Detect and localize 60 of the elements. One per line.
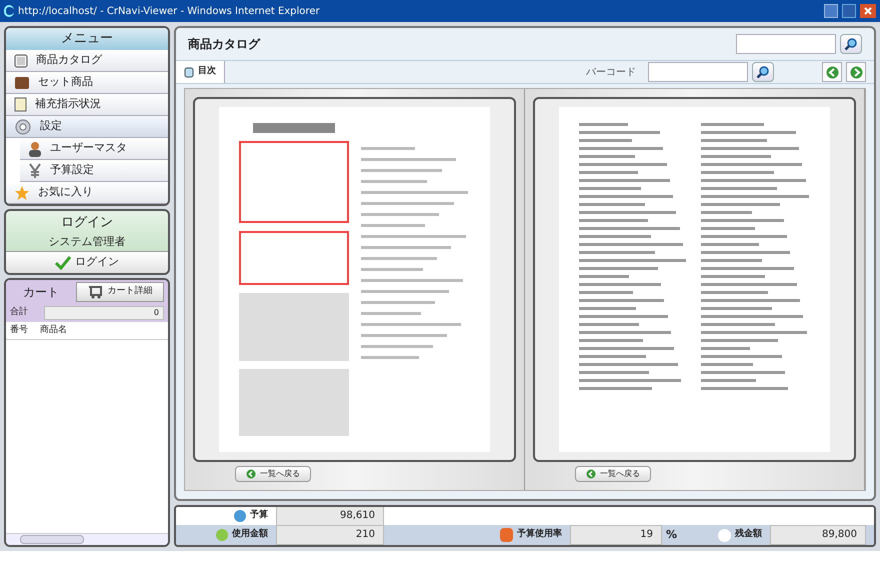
search-icon [844,37,858,51]
menu-item[interactable]: 設定 [6,116,168,138]
book-icon [14,54,28,68]
person-icon [28,140,42,156]
coin-icon [234,510,246,522]
menu-item[interactable]: 補充指示状況 [6,94,168,116]
browser-logo-icon [4,5,14,17]
close-button[interactable] [860,4,876,18]
search-button[interactable] [752,62,774,82]
search-icon [756,65,770,79]
yen-figure-icon [28,162,42,178]
next-page-button[interactable] [846,62,866,82]
usage-rate-label: 予算使用率 [517,528,562,542]
menu-item[interactable]: セット商品 [6,72,168,94]
barcode-label: バーコード [586,66,636,80]
cart-tab[interactable]: カート [6,283,76,301]
horizontal-scrollbar[interactable] [6,533,168,545]
document-icon [14,97,27,112]
minimize-button[interactable] [824,4,838,18]
star-icon [14,184,30,200]
previous-page-button[interactable] [822,62,842,82]
login-title: ログイン [61,214,113,232]
percent-unit: % [666,526,678,543]
menu-item[interactable]: 商品カタログ [6,50,168,72]
login-button[interactable]: ログイン [6,251,168,273]
budget-label: 予算 [250,509,268,522]
used-amount-label: 使用金額 [232,528,268,542]
total-label: 合計 [10,306,29,320]
amount-field: 89,800 [770,525,866,545]
box-icon [14,76,30,90]
search-field[interactable] [736,34,836,54]
menu-title: メニュー [6,28,168,50]
tab[interactable]: 目次 [176,61,225,83]
search-button[interactable] [840,34,862,54]
back-arrow-icon [246,469,256,479]
amount-field: 98,610 [276,507,384,526]
gear-icon [14,118,32,136]
column-header: 番号 [9,324,29,337]
submenu-item[interactable]: ユーザーマスタ [20,138,168,160]
back-to-list-button[interactable]: 一覧へ戻る [235,466,311,482]
cart-detail-button[interactable]: カート詳細 [76,282,164,302]
check-icon [55,256,71,270]
amount-field: 210 [276,525,384,545]
user-name: システム管理者 [48,234,126,250]
barcode-field[interactable] [648,62,748,82]
page-icon [184,66,194,78]
submenu-item[interactable]: 予算設定 [20,160,168,182]
back-to-list-button[interactable]: 一覧へ戻る [575,466,651,482]
total-field: 0 [44,306,164,320]
catalog-title: 商品カタログ [188,36,262,53]
close-icon [864,7,872,15]
remaining-amount-label: 残金額 [735,528,762,542]
cart-icon [88,285,104,299]
maximize-button[interactable] [842,4,856,18]
window-title: http://localhost/ - CrNavi-Viewer - Windows Internet Explorer [18,4,321,18]
menu-item[interactable]: お気に入り [6,182,168,204]
coin-icon [216,529,228,541]
column-header: 商品名 [39,324,68,337]
back-arrow-icon [586,469,596,479]
amount-field: 19 [570,525,662,545]
